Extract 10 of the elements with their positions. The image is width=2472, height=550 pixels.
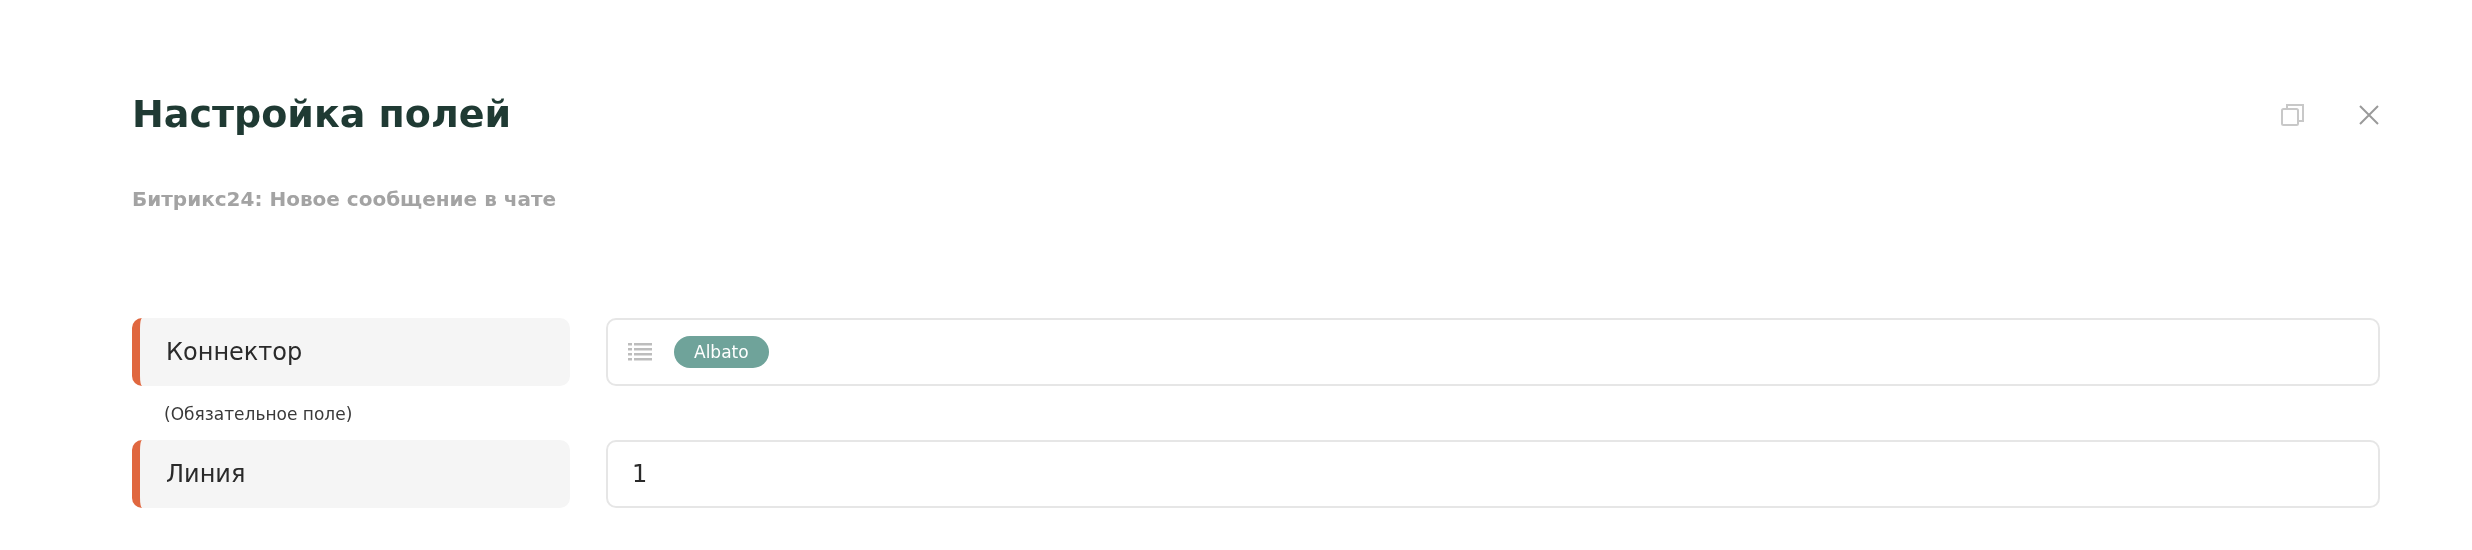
field-label: Коннектор [132,318,570,386]
close-icon[interactable] [2358,104,2380,126]
tag: Albato [674,336,769,368]
field-label: Линия [132,439,570,508]
dialog-subtitle: Битрикс24: Новое сообщение в чате [132,186,558,213]
list-icon [628,343,652,361]
copy-icon[interactable] [2280,102,2306,128]
line-input[interactable]: 1 [606,439,2380,508]
required-hint: (Обязательное поле) [164,403,354,426]
dialog-title: Настройка полей [132,91,512,138]
